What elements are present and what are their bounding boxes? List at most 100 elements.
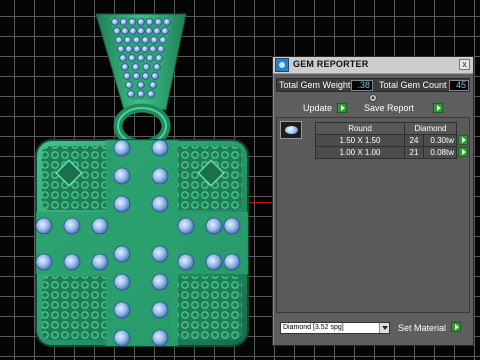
gem-stone xyxy=(141,45,149,53)
gem-stone xyxy=(124,36,132,44)
row-select-button[interactable] xyxy=(458,146,468,157)
gem-stone xyxy=(137,27,145,35)
material-select-value: Diamond [3.52 spg] xyxy=(283,324,344,331)
total-gem-weight-value: .38 xyxy=(351,80,373,91)
gem-stone xyxy=(151,72,159,80)
gem-stone xyxy=(113,245,131,263)
gem-stone xyxy=(157,45,165,53)
header-material: Diamond xyxy=(404,122,457,135)
material-footer: Diamond [3.52 spg] Set Material xyxy=(273,319,473,345)
title-bar[interactable]: GEM REPORTER x xyxy=(273,57,473,74)
gem-stone xyxy=(113,273,131,291)
table-header-row: Round Diamond xyxy=(315,122,468,135)
chevron-down-icon[interactable] xyxy=(379,323,389,333)
gem-stone xyxy=(153,63,161,71)
gem-stone xyxy=(35,253,53,271)
gem-stone xyxy=(117,45,125,53)
gem-reporter-icon xyxy=(275,58,289,72)
gem-weight-cell: 0.30tw xyxy=(423,134,457,147)
set-material-label: Set Material xyxy=(398,323,447,333)
gem-stone xyxy=(151,195,169,213)
header-spacer xyxy=(457,123,468,135)
jump-ring xyxy=(113,103,171,149)
gem-list-area: Round Diamond 1.50 X 1.50 24 0.30tw 1.00… xyxy=(276,117,470,313)
gem-stone xyxy=(151,167,169,185)
gem-stone xyxy=(137,54,145,62)
gem-stone xyxy=(177,217,195,235)
gem-stone xyxy=(145,27,153,35)
update-button[interactable] xyxy=(337,103,347,113)
gem-stone xyxy=(113,195,131,213)
gem-stone xyxy=(141,36,150,44)
total-gem-count-value: 45 xyxy=(449,80,469,91)
gem-stone xyxy=(151,139,169,157)
gem-stone xyxy=(121,63,129,71)
gem-stone xyxy=(151,245,169,263)
gem-stone xyxy=(63,217,81,235)
gem-thumbnail[interactable] xyxy=(280,121,302,139)
gem-stone xyxy=(223,217,241,235)
gem-stone xyxy=(154,18,163,26)
close-button[interactable]: x xyxy=(459,59,470,70)
gem-stone xyxy=(129,27,137,35)
gem-stone xyxy=(128,54,136,62)
gem-stone xyxy=(132,72,141,80)
gem-size-cell: 1.00 X 1.00 xyxy=(315,146,405,159)
gem-stone xyxy=(155,54,163,62)
save-report-button[interactable] xyxy=(433,103,443,113)
gem-stone xyxy=(133,45,141,53)
gem-count-cell: 24 xyxy=(404,134,424,147)
gem-stone xyxy=(149,45,157,53)
gem-stone xyxy=(137,90,145,98)
header-shape: Round xyxy=(315,122,405,135)
gem-stone xyxy=(142,63,151,71)
gem-stone xyxy=(113,329,131,347)
gem-stone xyxy=(113,167,131,185)
gem-stone xyxy=(119,54,127,62)
set-material-button[interactable] xyxy=(451,322,461,332)
gem-stone xyxy=(141,72,150,80)
gem-stone xyxy=(119,18,128,26)
gem-stone xyxy=(223,253,241,271)
gem-stone xyxy=(150,36,159,44)
gem-stone xyxy=(151,329,169,347)
gem-stone xyxy=(153,27,161,35)
gem-stone xyxy=(91,253,109,271)
gem-stone xyxy=(111,18,119,26)
gem-stone xyxy=(137,18,145,26)
update-label: Update xyxy=(303,103,333,113)
stats-row: Total Gem Weight .38 Total Gem Count 45 xyxy=(276,78,470,92)
gem-stone xyxy=(113,139,131,157)
row-select-button[interactable] xyxy=(458,134,468,145)
gem-stone xyxy=(151,273,169,291)
gem-stone xyxy=(127,90,135,98)
gem-stone xyxy=(91,217,109,235)
gem-reporter-panel: GEM REPORTER x Total Gem Weight .38 Tota… xyxy=(272,56,474,346)
gem-count-cell: 21 xyxy=(404,146,424,159)
gem-stone xyxy=(128,18,137,26)
gem-stone xyxy=(159,36,167,44)
gem-stone xyxy=(161,27,169,35)
pendant-body xyxy=(35,139,249,347)
table-row[interactable]: 1.00 X 1.00 21 0.08tw xyxy=(315,146,468,159)
gem-stone xyxy=(149,81,157,89)
gem-stone xyxy=(115,36,123,44)
gem-stone xyxy=(113,27,121,35)
gem-stone xyxy=(131,63,140,71)
gem-table: Round Diamond 1.50 X 1.50 24 0.30tw 1.00… xyxy=(315,122,468,159)
gem-stone xyxy=(137,81,145,89)
gem-stone xyxy=(163,18,171,26)
gem-stone xyxy=(113,301,131,319)
collapse-toggle[interactable]: ▲ xyxy=(369,94,377,102)
gem-stone xyxy=(145,18,154,26)
gem-stone xyxy=(121,27,129,35)
gem-stone xyxy=(205,253,223,271)
panel-title: GEM REPORTER xyxy=(293,59,369,69)
gem-size-cell: 1.50 X 1.50 xyxy=(315,134,405,147)
total-gem-weight-label: Total Gem Weight xyxy=(279,80,351,90)
gem-stone xyxy=(63,253,81,271)
round-gem-icon xyxy=(285,126,298,134)
material-select[interactable]: Diamond [3.52 spg] xyxy=(280,322,390,334)
gem-stone xyxy=(147,90,155,98)
table-row[interactable]: 1.50 X 1.50 24 0.30tw xyxy=(315,134,468,147)
